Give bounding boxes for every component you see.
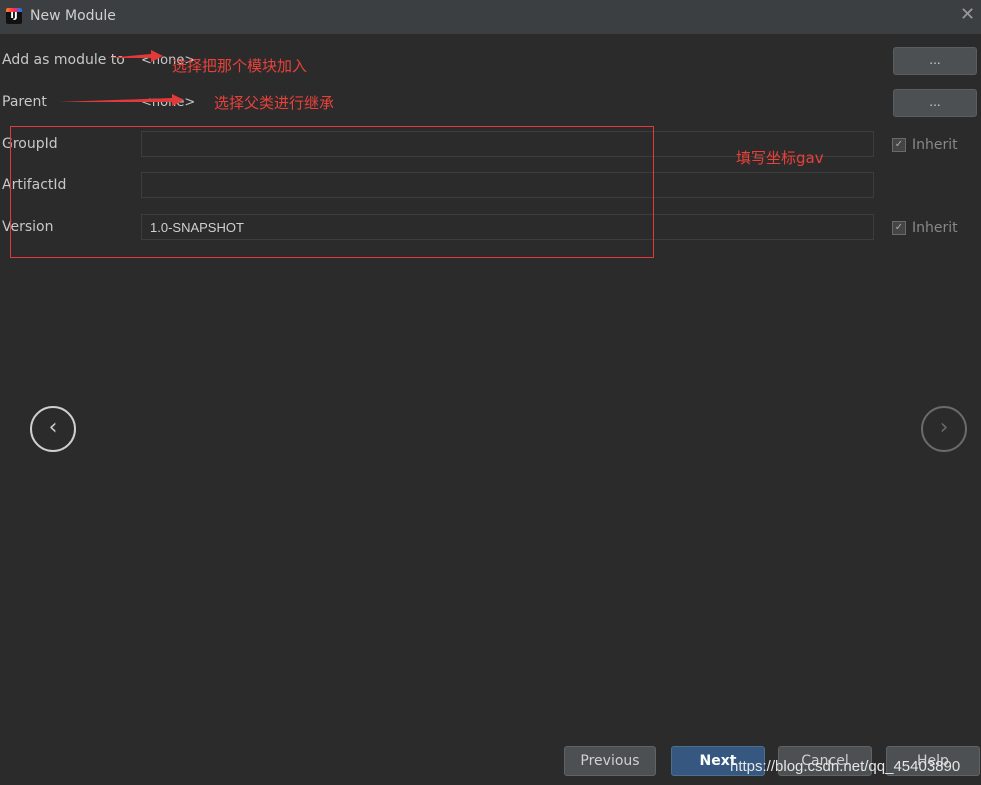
chevron-left-icon[interactable]: ‹ xyxy=(30,406,76,452)
checkbox-checked-icon: ✓ xyxy=(892,138,906,152)
module-annotation-note: 选择把那个模块加入 xyxy=(172,57,308,75)
close-icon[interactable]: ✕ xyxy=(960,6,978,24)
module-annotation-arrow xyxy=(107,50,163,62)
group-id-inherit-checkbox[interactable]: ✓ Inherit xyxy=(892,137,958,153)
add-as-module-browse-button[interactable]: ... xyxy=(893,47,977,75)
version-inherit-checkbox[interactable]: ✓ Inherit xyxy=(892,220,958,236)
intellij-app-icon: IJ xyxy=(6,8,22,24)
csdn-watermark: https://blog.csdn.net/qq_45403890 xyxy=(730,758,961,775)
parent-label: Parent xyxy=(2,94,47,110)
group-id-inherit-label: Inherit xyxy=(912,137,958,153)
parent-annotation-note: 选择父类进行继承 xyxy=(214,94,335,112)
parent-annotation-arrow xyxy=(58,94,184,106)
gav-annotation-note: 填写坐标gav xyxy=(736,149,824,167)
version-inherit-label: Inherit xyxy=(912,220,958,236)
gav-highlight-box xyxy=(10,126,654,258)
checkbox-checked-icon: ✓ xyxy=(892,221,906,235)
previous-button[interactable]: Previous xyxy=(564,746,656,776)
title-bar: IJ New Module ✕ xyxy=(0,0,981,34)
parent-browse-button[interactable]: ... xyxy=(893,89,977,117)
dialog-title: New Module xyxy=(30,8,116,24)
chevron-right-icon[interactable]: › xyxy=(921,406,967,452)
